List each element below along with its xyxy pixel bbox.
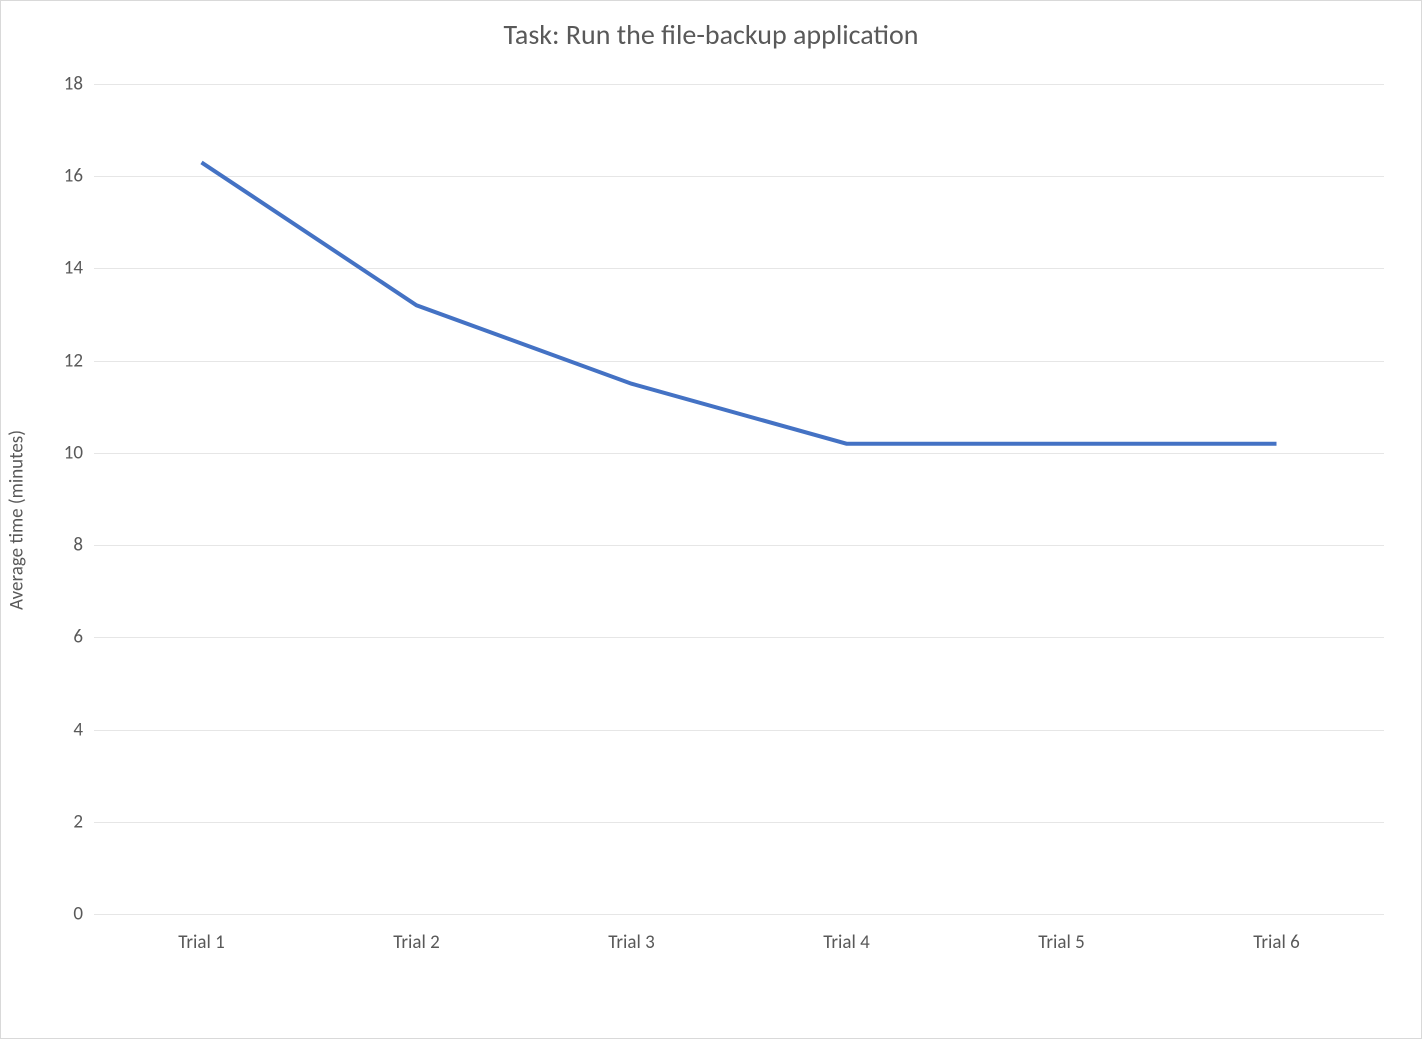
gridline [94, 914, 1384, 915]
y-tick-label: 16 [43, 165, 83, 188]
y-tick-label: 4 [43, 718, 83, 741]
chart-title: Task: Run the file-backup application [1, 17, 1421, 52]
y-tick-label: 10 [43, 441, 83, 464]
y-tick-label: 12 [43, 349, 83, 372]
x-tick-label: Trial 1 [178, 931, 224, 954]
y-tick-label: 6 [43, 626, 83, 649]
y-tick-label: 0 [43, 903, 83, 926]
x-tick-label: Trial 2 [393, 931, 439, 954]
x-tick-label: Trial 5 [1038, 931, 1084, 954]
data-line [202, 162, 1277, 443]
y-tick-label: 14 [43, 257, 83, 280]
y-tick-label: 2 [43, 810, 83, 833]
y-tick-label: 18 [43, 73, 83, 96]
y-tick-label: 8 [43, 534, 83, 557]
line-chart-svg [94, 84, 1384, 914]
y-axis-label: Average time (minutes) [6, 430, 29, 610]
x-tick-label: Trial 6 [1253, 931, 1299, 954]
chart-container: Task: Run the file-backup application Av… [0, 0, 1422, 1039]
x-tick-label: Trial 3 [608, 931, 654, 954]
x-tick-label: Trial 4 [823, 931, 869, 954]
